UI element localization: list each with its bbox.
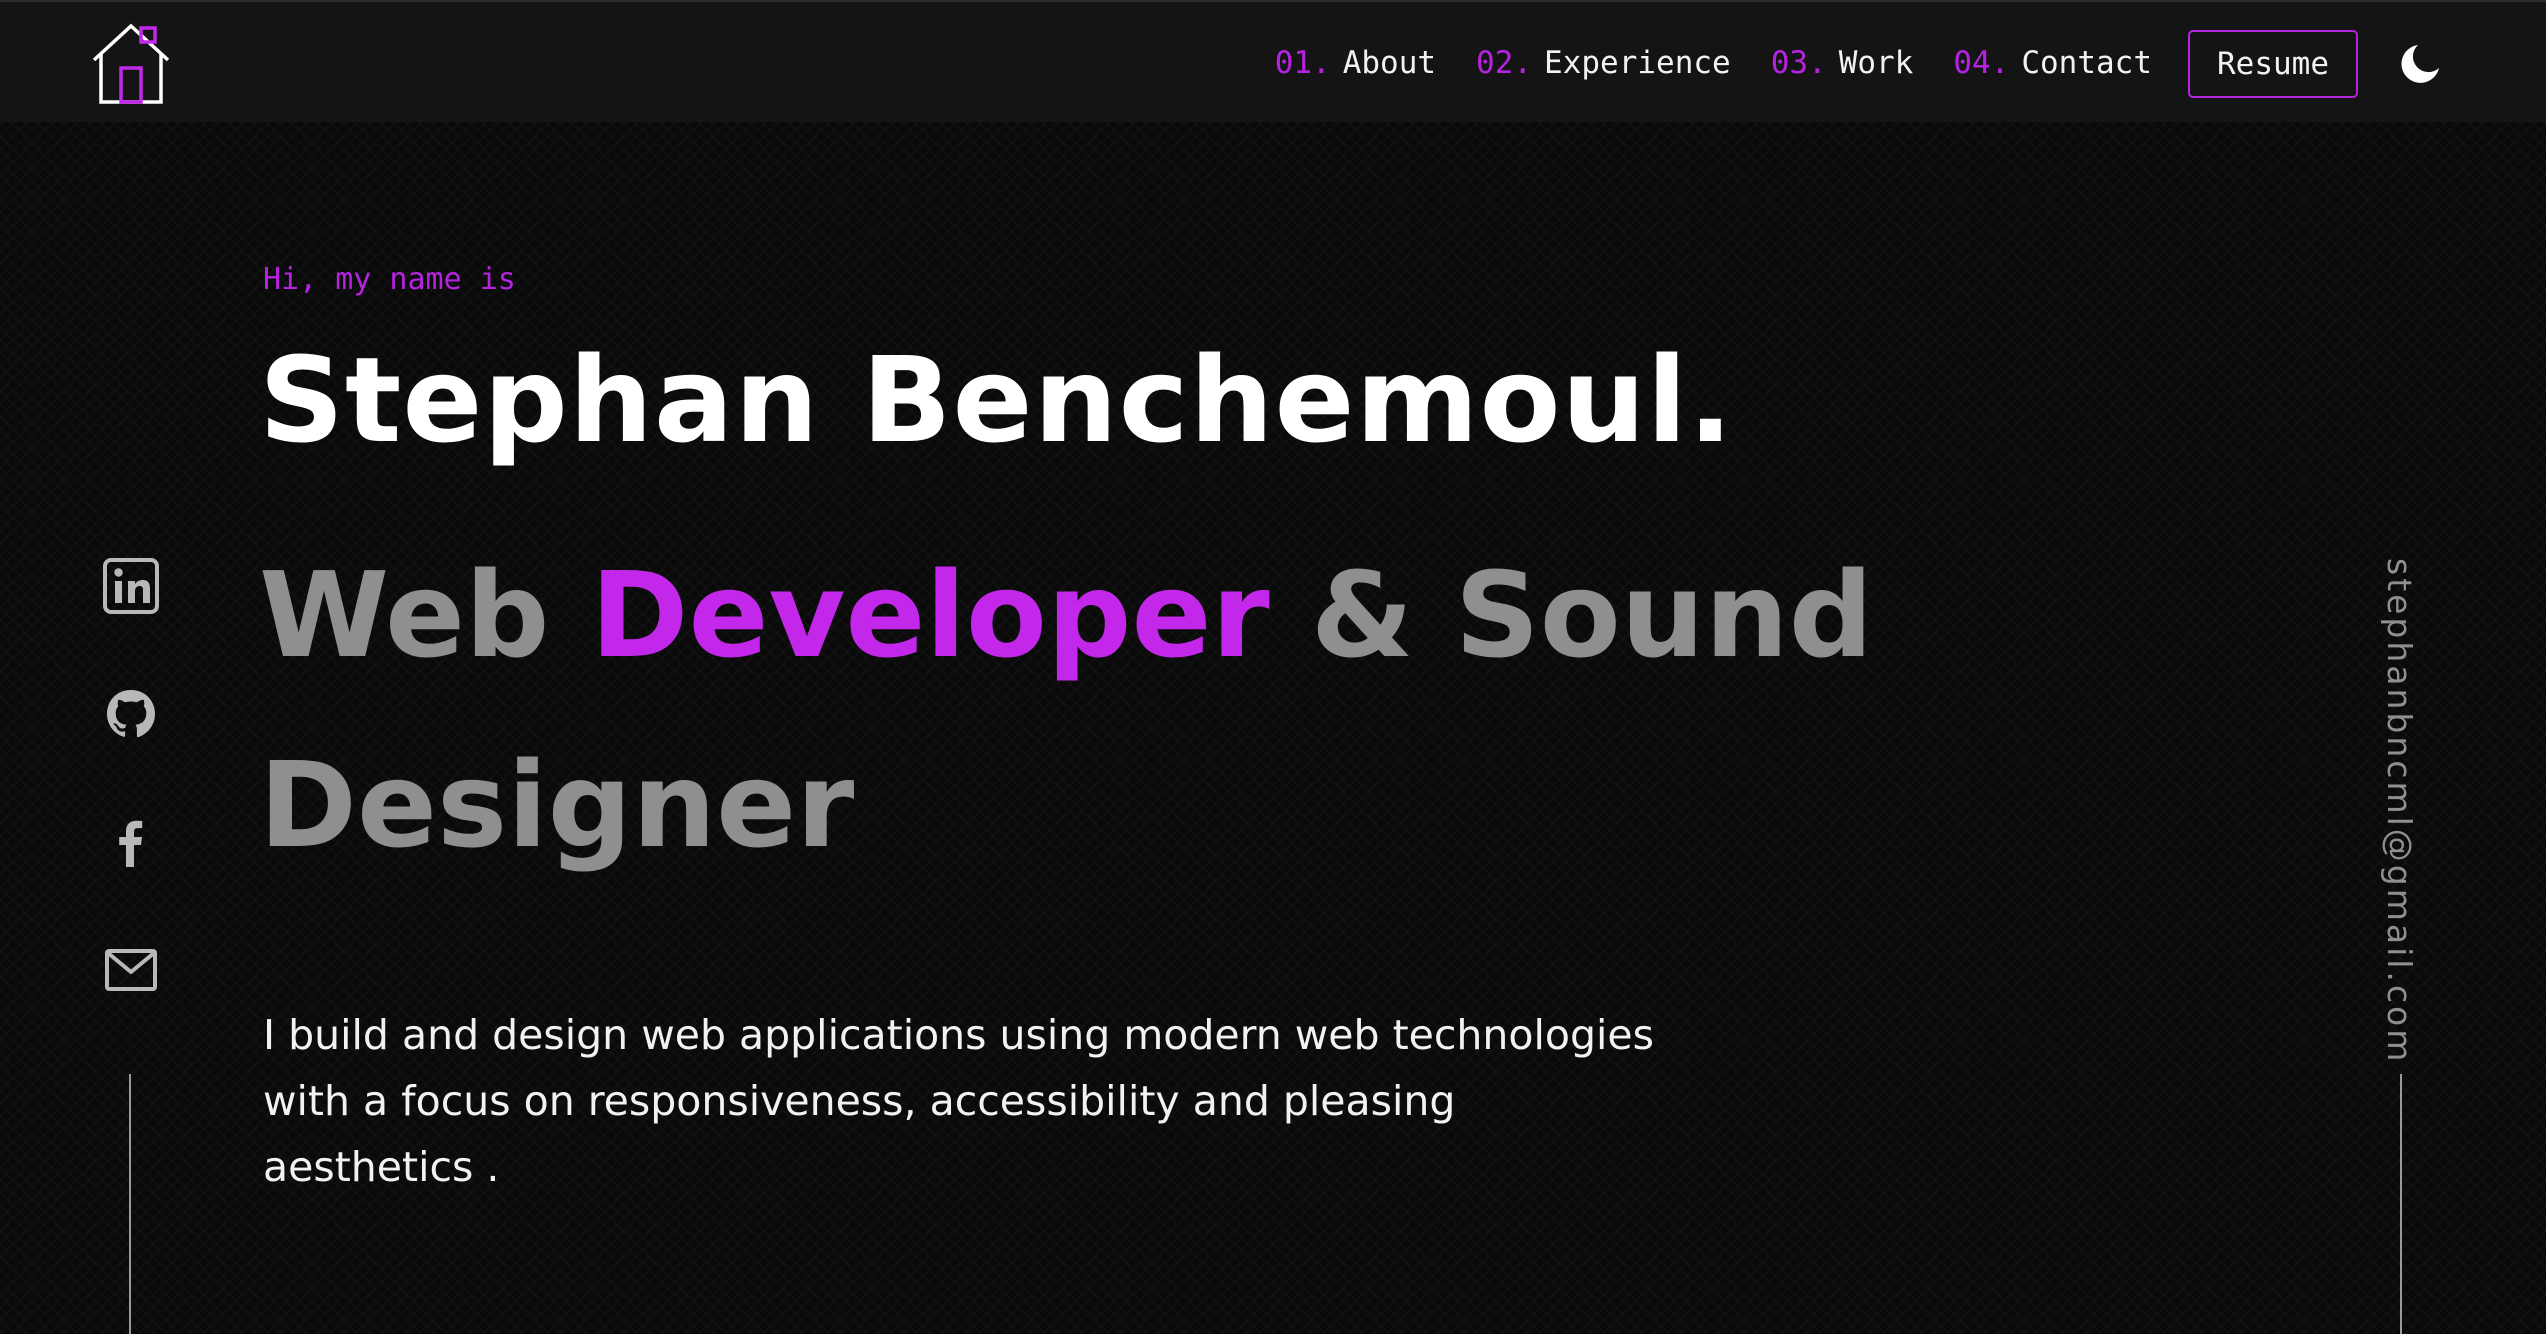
right-sidebar-line (2400, 1074, 2402, 1334)
nav-item-label: Contact (2021, 45, 2152, 81)
hero-greeting: Hi, my name is (263, 262, 516, 297)
hero-name: Stephan Benchemoul. (259, 331, 1734, 469)
nav-item-number: 02. (1476, 45, 1533, 81)
github-link[interactable] (100, 683, 162, 745)
hero-role: Web Developer & Sound Designer (259, 520, 1879, 900)
nav-item-experience[interactable]: 02. Experience (1476, 45, 1731, 81)
nav-item-work[interactable]: 03. Work (1771, 45, 1914, 81)
nav-item-label: Experience (1544, 45, 1731, 81)
nav-item-number: 01. (1274, 45, 1331, 81)
facebook-icon (119, 820, 143, 867)
resume-button[interactable]: Resume (2188, 30, 2358, 98)
nav-item-about[interactable]: 01. About (1275, 45, 1436, 81)
nav-links: 01. About 02. Experience 03. Work 04. Co… (1275, 2, 2152, 124)
linkedin-link[interactable] (100, 555, 162, 617)
nav-item-label: About (1342, 45, 1437, 81)
nav-item-label: Work (1838, 45, 1914, 81)
left-sidebar-line (129, 1074, 131, 1334)
navbar: 01. About 02. Experience 03. Work 04. Co… (0, 0, 2546, 122)
nav-item-number: 04. (1953, 45, 2010, 81)
email-link[interactable] (100, 939, 162, 1001)
hero-role-prefix: Web (259, 546, 591, 684)
nav-item-number: 03. (1770, 45, 1827, 81)
home-logo-link[interactable] (88, 20, 174, 106)
email-sidebar-link[interactable]: stephanbncml@gmail.com (2380, 558, 2419, 1064)
hero-role-accent: Developer (590, 546, 1270, 684)
facebook-link[interactable] (100, 811, 162, 873)
theme-toggle-button[interactable] (2398, 42, 2442, 86)
mail-icon (105, 949, 157, 991)
hero-description: I build and design web applications usin… (263, 1011, 1654, 1191)
github-icon (107, 690, 155, 738)
nav-item-contact[interactable]: 04. Contact (1953, 45, 2152, 81)
house-icon (92, 23, 170, 104)
moon-icon (2401, 45, 2439, 83)
linkedin-icon (103, 558, 159, 614)
social-links (100, 555, 162, 1067)
